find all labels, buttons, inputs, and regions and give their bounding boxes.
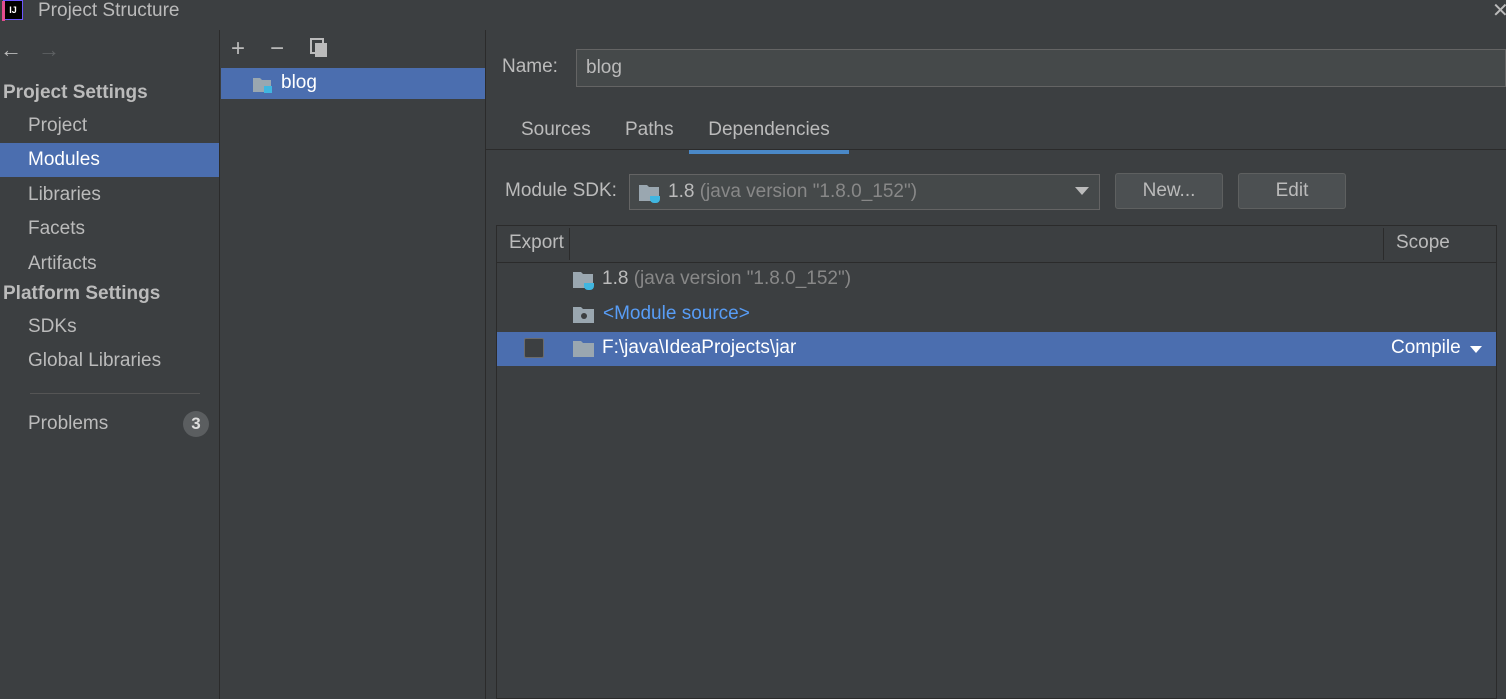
sdk-version-detail: (java version "1.8.0_152")	[699, 181, 918, 202]
module-name-input[interactable]	[576, 49, 1506, 87]
remove-module-button[interactable]: −	[270, 37, 284, 61]
dependency-path: F:\java\IdeaProjects\jar	[602, 337, 797, 358]
column-header-export[interactable]: Export	[509, 232, 564, 254]
export-checkbox[interactable]	[524, 338, 544, 358]
sidebar-item-sdks[interactable]: SDKs	[0, 310, 219, 344]
tabs-divider	[486, 149, 1506, 150]
dependency-main-text: 1.8	[602, 268, 629, 289]
problems-count-badge: 3	[183, 411, 209, 437]
name-label: Name:	[502, 56, 558, 77]
column-separator	[1383, 228, 1384, 260]
sidebar-item-libraries[interactable]: Libraries	[0, 178, 219, 212]
sidebar-item-label: Facets	[28, 218, 86, 239]
sidebar-item-project[interactable]: Project	[0, 109, 219, 143]
edit-sdk-button[interactable]: Edit	[1238, 173, 1346, 209]
chevron-down-icon[interactable]	[1075, 187, 1089, 195]
jdk-folder-icon	[573, 270, 597, 298]
project-settings-heading: Project Settings	[3, 82, 148, 103]
tab-sources[interactable]: Sources	[521, 118, 591, 150]
sidebar-item-label: Libraries	[28, 184, 101, 205]
window-title: Project Structure	[38, 0, 180, 21]
jdk-folder-icon	[639, 183, 663, 211]
chevron-down-icon[interactable]	[1470, 346, 1482, 353]
sidebar-item-label: Problems	[28, 413, 109, 434]
sidebar-item-label: Artifacts	[28, 253, 97, 274]
sidebar-item-artifacts[interactable]: Artifacts	[0, 247, 219, 281]
sidebar-divider	[30, 393, 200, 394]
folder-icon	[573, 340, 595, 364]
intellij-app-icon: IJ	[2, 0, 23, 21]
module-folder-icon	[253, 76, 273, 93]
table-header	[497, 226, 1496, 263]
sidebar-item-global-libraries[interactable]: Global Libraries	[0, 344, 219, 378]
title-bar	[0, 0, 1506, 24]
scope-dropdown[interactable]: Compile	[1391, 337, 1461, 359]
module-sdk-value: 1.8 (java version "1.8.0_152")	[668, 181, 917, 203]
close-icon[interactable]: ✕	[1492, 0, 1506, 23]
new-sdk-button[interactable]: New...	[1115, 173, 1223, 209]
column-header-scope[interactable]: Scope	[1396, 232, 1450, 254]
add-module-button[interactable]: +	[231, 37, 245, 61]
sidebar-item-facets[interactable]: Facets	[0, 212, 219, 246]
dependency-detail-text: (java version "1.8.0_152")	[633, 268, 852, 289]
module-source-icon	[573, 306, 595, 330]
module-name-label: blog	[281, 72, 317, 93]
forward-arrow-icon[interactable]: →	[38, 38, 60, 62]
module-list-panel	[220, 30, 486, 699]
dependency-name: 1.8 (java version "1.8.0_152")	[602, 268, 851, 290]
module-sdk-label: Module SDK:	[505, 180, 617, 201]
sidebar-item-label: Global Libraries	[28, 350, 162, 371]
copy-icon[interactable]	[310, 38, 328, 58]
sidebar-item-modules[interactable]: Modules	[0, 143, 219, 177]
module-source-link: <Module source>	[603, 303, 750, 324]
platform-settings-heading: Platform Settings	[3, 283, 161, 304]
sdk-version: 1.8	[668, 181, 695, 202]
sidebar-item-label: SDKs	[28, 316, 77, 337]
sidebar-item-label: Project	[28, 115, 88, 136]
tab-paths[interactable]: Paths	[625, 118, 674, 150]
sidebar-item-label: Modules	[28, 149, 100, 170]
column-separator	[569, 228, 570, 260]
back-arrow-icon[interactable]: ←	[0, 38, 22, 62]
